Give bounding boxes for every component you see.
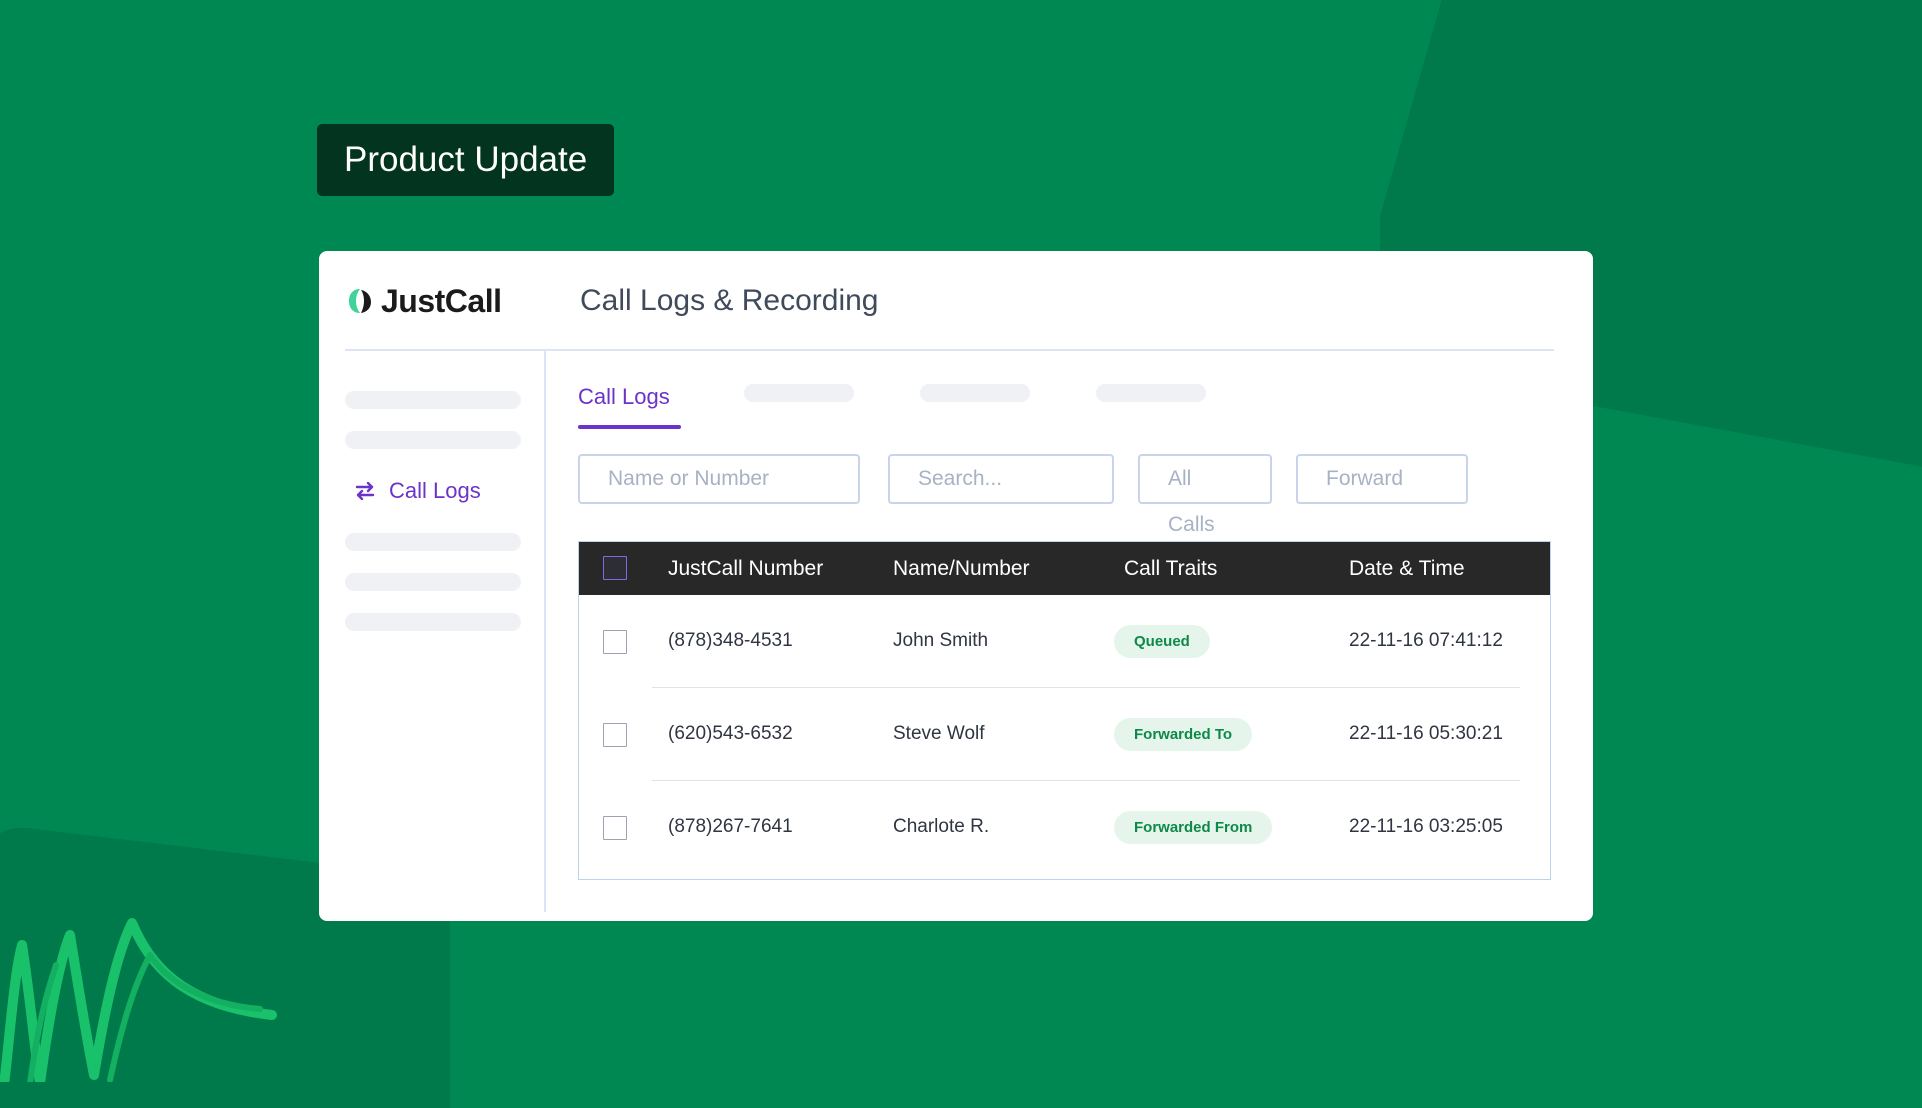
header-divider: [345, 349, 1554, 351]
page-title: Call Logs & Recording: [580, 284, 879, 317]
app-window: JustCall Call Logs & Recording Call Logs…: [319, 251, 1593, 921]
name-cell: John Smith: [893, 630, 989, 651]
sidebar-divider: [544, 351, 546, 912]
justcall-number-cell: (878)348-4531: [668, 630, 793, 651]
table-header: JustCall Number Name/Number Call Traits …: [579, 542, 1550, 595]
table-row[interactable]: (620)543-6532 Steve Wolf Forwarded To 22…: [579, 688, 1550, 780]
datetime-cell: 22-11-16 07:41:12: [1349, 630, 1503, 651]
tab-placeholder[interactable]: [920, 384, 1030, 402]
sidebar-item-placeholder[interactable]: [345, 533, 521, 551]
sidebar-item-placeholder[interactable]: [345, 431, 521, 449]
call-trait-badge: Queued: [1114, 625, 1210, 658]
select-all-checkbox[interactable]: [603, 556, 627, 580]
column-header[interactable]: Date & Time: [1349, 542, 1465, 595]
datetime-cell: 22-11-16 03:25:05: [1349, 816, 1503, 837]
justcall-number-cell: (878)267-7641: [668, 816, 793, 837]
tab-placeholder[interactable]: [744, 384, 854, 402]
column-header[interactable]: Call Traits: [1124, 542, 1217, 595]
call-type-filter[interactable]: All Calls: [1138, 454, 1272, 536]
row-checkbox[interactable]: [603, 723, 627, 747]
name-cell: Charlote R.: [893, 816, 990, 837]
call-logs-table: JustCall Number Name/Number Call Traits …: [578, 541, 1551, 880]
sidebar-item-placeholder[interactable]: [345, 613, 521, 631]
name-or-number-input[interactable]: Name or Number: [578, 454, 860, 504]
name-cell: Steve Wolf: [893, 723, 985, 744]
justcall-logo-icon: [349, 289, 371, 313]
row-checkbox[interactable]: [603, 816, 627, 840]
sidebar: Call Logs: [345, 391, 521, 653]
table-row[interactable]: (878)348-4531 John Smith Queued 22-11-16…: [579, 595, 1550, 687]
scribble-decoration: [0, 918, 277, 1082]
row-checkbox[interactable]: [603, 630, 627, 654]
arrows-swap-icon: [355, 482, 375, 500]
justcall-logo: JustCall: [347, 281, 502, 321]
column-header[interactable]: Name/Number: [893, 542, 1030, 595]
sidebar-item-call-logs[interactable]: Call Logs: [345, 471, 521, 511]
search-input[interactable]: Search...: [888, 454, 1114, 504]
sidebar-item-placeholder[interactable]: [345, 391, 521, 409]
call-trait-badge: Forwarded From: [1114, 811, 1273, 844]
tab-call-logs[interactable]: Call Logs: [578, 381, 670, 429]
brand-name: JustCall: [381, 282, 502, 319]
tab-placeholder[interactable]: [1096, 384, 1206, 402]
sidebar-item-placeholder[interactable]: [345, 573, 521, 591]
direction-filter[interactable]: Forward: [1296, 454, 1468, 504]
call-trait-badge: Forwarded To: [1114, 718, 1253, 751]
active-tab-indicator: [578, 425, 681, 429]
justcall-number-cell: (620)543-6532: [668, 723, 793, 744]
product-update-badge: Product Update: [317, 124, 615, 196]
table-row[interactable]: (878)267-7641 Charlote R. Forwarded From…: [579, 781, 1550, 873]
datetime-cell: 22-11-16 05:30:21: [1349, 723, 1503, 744]
sidebar-item-label: Call Logs: [389, 478, 481, 503]
column-header[interactable]: JustCall Number: [668, 542, 823, 595]
